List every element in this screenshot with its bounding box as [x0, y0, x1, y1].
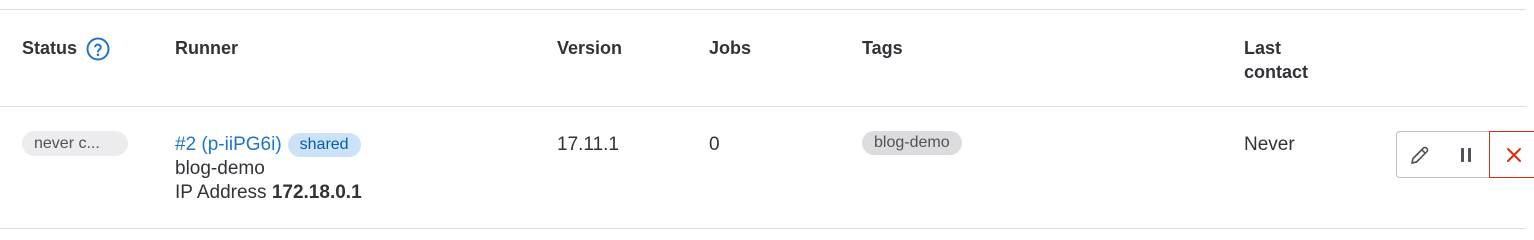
runners-table: Status Runner Version Jobs Tags Last con… — [0, 0, 1534, 234]
pause-icon — [1461, 147, 1471, 162]
runner-type-badge: shared — [287, 133, 361, 157]
runner-cell: #2 (p-iiPG6i) shared blog-demo IP Address… — [175, 133, 362, 205]
header-version: Version — [557, 38, 623, 58]
header-runner: Runner — [175, 38, 238, 58]
runner-link[interactable]: #2 (p-iiPG6i) — [175, 134, 282, 155]
pause-button[interactable] — [1443, 131, 1490, 178]
pencil-icon — [1411, 146, 1429, 164]
table-bottom-divider — [0, 228, 1526, 229]
header-status: Status — [22, 38, 78, 58]
ip-value: 172.18.0.1 — [271, 182, 362, 203]
table-top-divider — [0, 9, 1526, 10]
tag-badge: blog-demo — [862, 131, 962, 155]
header-last-contact-line2: contact — [1244, 62, 1309, 82]
runner-ip-line: IP Address 172.18.0.1 — [175, 181, 362, 205]
runner-title-line: #2 (p-iiPG6i) shared — [175, 133, 362, 157]
status-badge: never c... — [22, 131, 128, 156]
runner-description: blog-demo — [175, 158, 265, 179]
close-icon — [1507, 147, 1521, 162]
edit-button[interactable] — [1396, 131, 1444, 178]
jobs-count: 0 — [709, 134, 720, 155]
header-last-contact: Last contact — [1244, 36, 1308, 84]
version-value: 17.11.1 — [557, 134, 619, 155]
header-divider — [0, 106, 1526, 107]
header-tags: Tags — [862, 38, 903, 58]
ip-label: IP Address — [175, 182, 267, 203]
header-last-contact-line1: Last — [1244, 38, 1282, 58]
delete-button[interactable] — [1489, 131, 1534, 178]
question-circle-icon[interactable] — [86, 37, 110, 61]
header-jobs: Jobs — [709, 38, 752, 58]
last-contact-value: Never — [1244, 134, 1295, 155]
